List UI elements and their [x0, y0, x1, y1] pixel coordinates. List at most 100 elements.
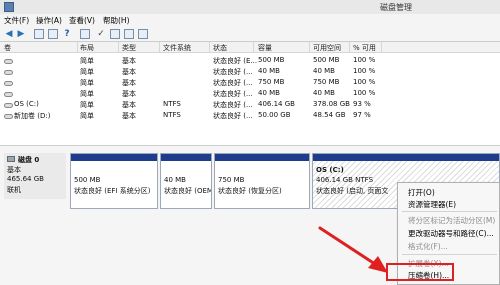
disk-name: 磁盘 0	[18, 156, 40, 164]
menu-help[interactable]: 帮助(H)	[103, 15, 130, 26]
menu-separator	[402, 254, 497, 255]
volume-percent: 97 %	[353, 111, 371, 119]
volume-type: 基本	[122, 90, 136, 98]
volume-percent: 100 %	[353, 89, 376, 97]
partition-size: 406.14 GB NTFS	[316, 176, 374, 184]
volume-status: 状态良好 (...	[213, 68, 253, 76]
toolbar	[0, 27, 500, 42]
volume-status: 状态良好 (...	[213, 101, 253, 109]
volume-name: 新加卷 (D:)	[14, 112, 51, 120]
partition-bar	[313, 154, 499, 161]
column-divider[interactable]	[309, 42, 310, 53]
column-volume[interactable]: 卷	[4, 43, 11, 53]
partition-status: 状态良好 (OEM	[164, 187, 212, 195]
graphical-view-icon[interactable]	[138, 29, 148, 39]
volume-percent: 100 %	[353, 56, 376, 64]
menu-file[interactable]: 文件(F)	[4, 15, 29, 26]
menu-action[interactable]: 操作(A)	[36, 15, 62, 26]
volume-status: 状态良好 (...	[213, 79, 253, 87]
volume-free: 48.54 GB	[313, 111, 346, 119]
volume-layout: 简单	[80, 57, 94, 65]
column-type[interactable]: 类型	[122, 43, 136, 53]
volume-filesystem: NTFS	[163, 111, 181, 119]
volume-capacity: 500 MB	[258, 56, 285, 64]
volume-icon	[4, 59, 13, 64]
properties-icon[interactable]	[48, 29, 58, 39]
disk-size: 465.64 GB	[7, 175, 44, 183]
volume-capacity: 750 MB	[258, 78, 285, 86]
forward-arrow-icon[interactable]: ▶	[16, 29, 26, 39]
column-status[interactable]: 状态	[213, 43, 227, 53]
volume-icon	[4, 114, 13, 119]
volume-status: 状态良好 (...	[213, 90, 253, 98]
volume-icon	[4, 103, 13, 108]
menu-item-mark-active[interactable]: 将分区标记为活动分区(M)	[408, 215, 495, 226]
partition-bar	[215, 154, 309, 161]
checkmark-icon[interactable]: ✓	[96, 29, 106, 39]
partition-bar	[71, 154, 157, 161]
column-divider[interactable]	[77, 42, 78, 53]
volume-capacity: 50.00 GB	[258, 111, 291, 119]
volume-list-icon[interactable]	[124, 29, 134, 39]
partition-size: 40 MB	[164, 176, 186, 184]
volume-status: 状态良好 (E...	[213, 57, 258, 65]
column-percent-free[interactable]: % 可用	[353, 43, 376, 53]
partition-bar	[161, 154, 211, 161]
partition-efi[interactable]: 500 MB 状态良好 (EFI 系统分区)	[70, 153, 158, 209]
column-capacity[interactable]: 容量	[258, 43, 272, 53]
menu-view[interactable]: 查看(V)	[69, 15, 95, 26]
partition-status: 状态良好 (恢复分区)	[218, 187, 282, 195]
column-divider[interactable]	[381, 42, 382, 53]
menu-item-open[interactable]: 打开(O)	[408, 187, 435, 198]
partition-recovery[interactable]: 750 MB 状态良好 (恢复分区)	[214, 153, 310, 209]
volume-percent: 100 %	[353, 78, 376, 86]
volume-filesystem: NTFS	[163, 100, 181, 108]
volume-free: 750 MB	[313, 78, 340, 86]
disk-state: 联机	[7, 186, 21, 194]
refresh-icon[interactable]	[80, 29, 90, 39]
column-divider[interactable]	[118, 42, 119, 53]
volume-type: 基本	[122, 79, 136, 87]
highlight-box	[386, 263, 454, 281]
volume-list-header	[0, 42, 500, 53]
menu-item-change-drive-letter[interactable]: 更改驱动器号和路径(C)...	[408, 228, 494, 239]
column-divider[interactable]	[253, 42, 254, 53]
column-divider[interactable]	[159, 42, 160, 53]
volume-type: 基本	[122, 68, 136, 76]
volume-capacity: 40 MB	[258, 89, 280, 97]
console-tree-icon[interactable]	[34, 29, 44, 39]
column-free-space[interactable]: 可用空间	[313, 43, 341, 53]
volume-capacity: 406.14 GB	[258, 100, 295, 108]
volume-free: 40 MB	[313, 67, 335, 75]
partition-oem[interactable]: 40 MB 状态良好 (OEM	[160, 153, 212, 209]
column-divider[interactable]	[209, 42, 210, 53]
volume-capacity: 40 MB	[258, 67, 280, 75]
back-arrow-icon[interactable]: ◀	[4, 29, 14, 39]
volume-layout: 简单	[80, 68, 94, 76]
partition-status: 状态良好 (启动, 页面文	[316, 187, 389, 195]
partition-status: 状态良好 (EFI 系统分区)	[74, 187, 151, 195]
disk-icon	[7, 156, 15, 162]
volume-free: 378.08 GB	[313, 100, 350, 108]
volume-status: 状态良好 (...	[213, 112, 253, 120]
volume-icon	[4, 81, 13, 86]
menu-item-explorer[interactable]: 资源管理器(E)	[408, 199, 456, 210]
partition-size: 750 MB	[218, 176, 245, 184]
volume-free: 40 MB	[313, 89, 335, 97]
column-filesystem[interactable]: 文件系统	[163, 43, 191, 53]
disk-list-icon[interactable]	[110, 29, 120, 39]
menu-separator	[402, 211, 497, 212]
volume-layout: 简单	[80, 79, 94, 87]
volume-layout: 简单	[80, 101, 94, 109]
volume-type: 基本	[122, 57, 136, 65]
partition-size: 500 MB	[74, 176, 101, 184]
disk-type: 基本	[7, 166, 21, 174]
volume-layout: 简单	[80, 90, 94, 98]
volume-free: 500 MB	[313, 56, 340, 64]
column-layout[interactable]: 布局	[80, 43, 94, 53]
volume-percent: 100 %	[353, 67, 376, 75]
volume-icon	[4, 70, 13, 75]
menu-item-format[interactable]: 格式化(F)...	[408, 241, 448, 252]
column-divider[interactable]	[349, 42, 350, 53]
help-icon[interactable]: ?	[62, 29, 72, 39]
